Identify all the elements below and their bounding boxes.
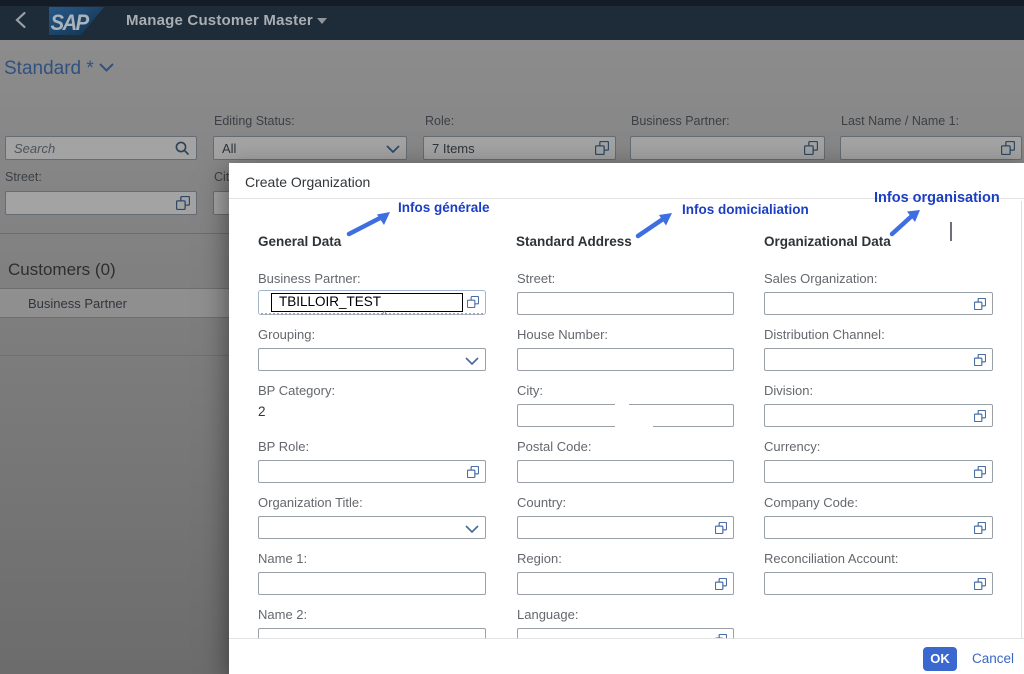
svg-text:SAP: SAP [51, 10, 90, 35]
